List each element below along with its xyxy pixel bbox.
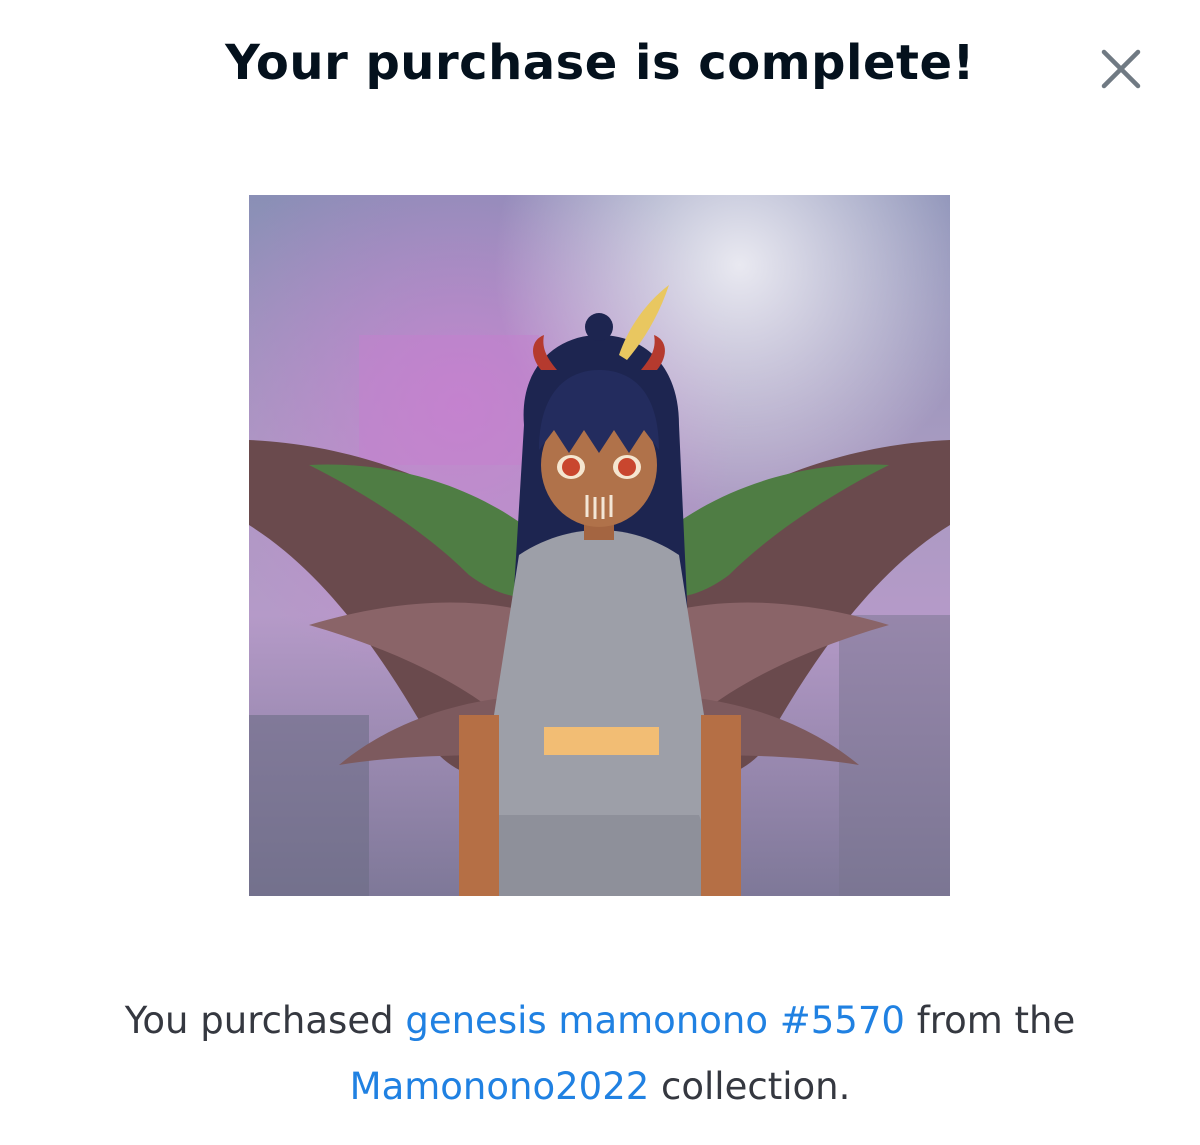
item-link[interactable]: genesis mamonono #5570 (405, 999, 905, 1042)
modal-title: Your purchase is complete! (225, 35, 975, 91)
close-button[interactable] (1096, 44, 1146, 94)
collection-link[interactable]: Mamonono2022 (350, 1065, 650, 1108)
purchase-complete-modal: Your purchase is complete! You purchased… (0, 0, 1200, 1145)
purchase-message: You purchased genesis mamonono #5570 fro… (40, 988, 1160, 1120)
message-prefix: You purchased (124, 999, 394, 1042)
message-middle: from the (916, 999, 1076, 1042)
nft-artwork-image[interactable] (249, 195, 950, 896)
message-suffix: collection. (661, 1065, 851, 1108)
close-icon (1101, 49, 1141, 89)
